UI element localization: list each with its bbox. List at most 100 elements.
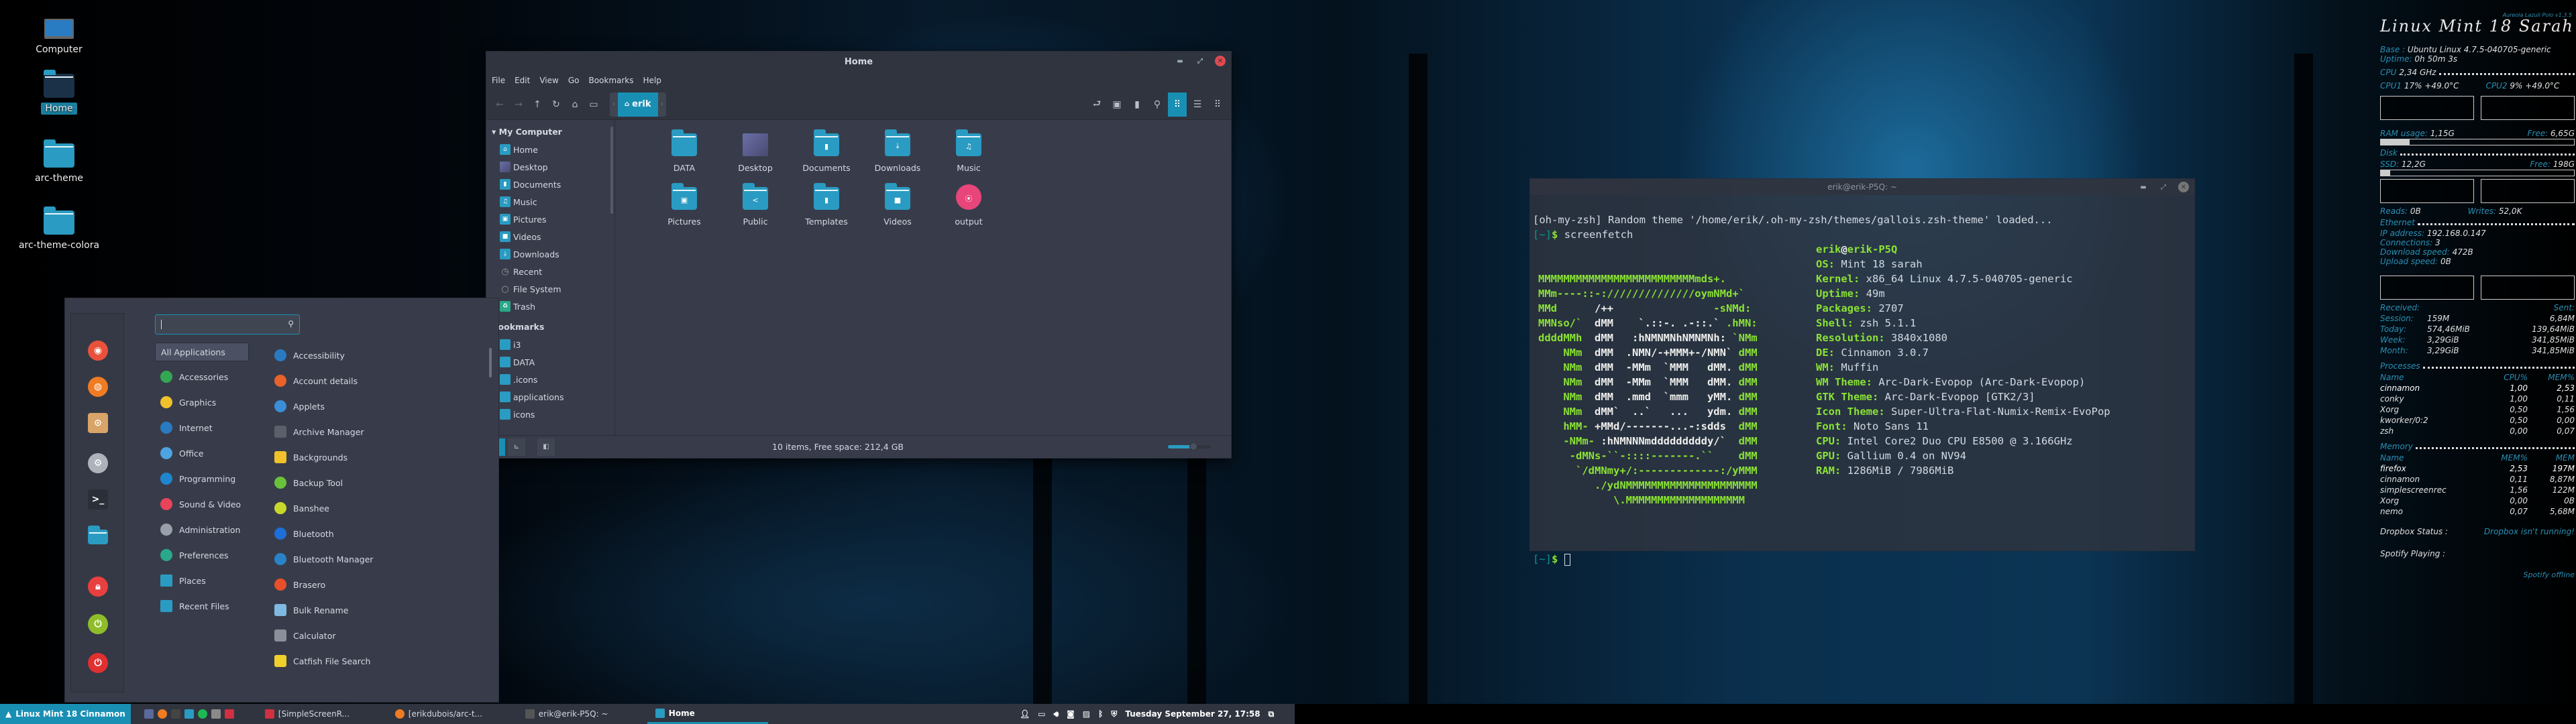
menu-scrollbar[interactable] bbox=[489, 348, 492, 377]
file-item[interactable]: ⦿ output bbox=[933, 183, 1004, 237]
new-folder-button[interactable]: ▮ bbox=[1128, 95, 1146, 115]
sidebar-scrollbar[interactable] bbox=[610, 127, 613, 214]
screenrecorder-launcher-icon[interactable] bbox=[224, 709, 234, 719]
menu-search-input[interactable]: ⚲ bbox=[155, 314, 300, 335]
desktop-icon-arc-theme[interactable]: arc-theme bbox=[5, 139, 113, 184]
menu-go[interactable]: Go bbox=[568, 76, 580, 85]
sidebar-item-file-system[interactable]: ○ File System bbox=[490, 280, 614, 298]
category-places[interactable]: Places bbox=[155, 568, 249, 593]
file-item[interactable]: ■ Videos bbox=[862, 183, 933, 237]
desktop-icon-arc-theme-colora[interactable]: arc-theme-colora bbox=[5, 206, 113, 251]
maximize-button[interactable]: ⤢ bbox=[1195, 56, 1205, 66]
category-office[interactable]: Office bbox=[155, 440, 249, 466]
sidebar-bookmark[interactable]: DATA bbox=[490, 353, 614, 371]
search-button[interactable]: ⚲ bbox=[1148, 95, 1167, 115]
file-item[interactable]: ⤓ Downloads bbox=[862, 129, 933, 183]
app-bluetooth-manager[interactable]: Bluetooth Manager bbox=[274, 546, 462, 572]
maximize-button[interactable]: ⤢ bbox=[2158, 182, 2169, 192]
home-button[interactable]: ⌂ bbox=[566, 95, 584, 115]
back-button[interactable]: ← bbox=[490, 95, 509, 115]
sidebar-bookmark[interactable]: .icons bbox=[490, 371, 614, 388]
menu-bookmarks[interactable]: Bookmarks bbox=[588, 76, 633, 85]
icon-view-button[interactable]: ⠿ bbox=[1168, 92, 1187, 117]
category-recent-files[interactable]: Recent Files bbox=[155, 593, 249, 619]
minimize-button[interactable]: ▬ bbox=[1175, 56, 1185, 66]
category-all-applications[interactable]: All Applications bbox=[155, 343, 249, 361]
menu-file[interactable]: File bbox=[492, 76, 505, 85]
app-applets[interactable]: Applets bbox=[274, 394, 462, 419]
window-titlebar[interactable]: Home ▬ ⤢ ✕ bbox=[486, 52, 1231, 72]
category-programming[interactable]: Programming bbox=[155, 466, 249, 491]
menu-help[interactable]: Help bbox=[643, 76, 661, 85]
file-item[interactable]: ▣ Pictures bbox=[649, 183, 720, 237]
file-item[interactable]: < Public bbox=[720, 183, 791, 237]
lock-icon[interactable]: 🔒︎ bbox=[88, 577, 108, 597]
sidebar-bookmark[interactable]: applications bbox=[490, 388, 614, 406]
firefox-launcher-icon[interactable] bbox=[157, 709, 167, 719]
display-icon[interactable]: ▭ bbox=[1038, 709, 1045, 719]
zoom-slider-knob[interactable] bbox=[1189, 442, 1198, 450]
sidebar-item-pictures[interactable]: ▣ Pictures bbox=[490, 210, 614, 228]
taskbar-window-button[interactable]: [erikdubois/arc-t... bbox=[387, 704, 508, 724]
terminal-launcher-icon[interactable] bbox=[170, 709, 180, 719]
app-banshee[interactable]: Banshee bbox=[274, 495, 462, 521]
desktop-icon-computer[interactable]: Computer bbox=[5, 19, 113, 55]
toggle-location-button[interactable]: ⮐ bbox=[1087, 95, 1106, 115]
sidebar-item-downloads[interactable]: ⤓ Downloads bbox=[490, 245, 614, 263]
camera-icon[interactable]: ◙ bbox=[1067, 709, 1075, 719]
tree-pane-button[interactable]: ⊾ bbox=[508, 438, 525, 456]
power-icon[interactable]: ⏻ bbox=[88, 653, 108, 673]
bluetooth-icon[interactable]: ᛒ bbox=[1098, 709, 1103, 719]
category-graphics[interactable]: Graphics bbox=[155, 389, 249, 415]
zoom-slider[interactable] bbox=[1168, 442, 1211, 450]
sidebar-item-recent[interactable]: ◷ Recent bbox=[490, 263, 614, 280]
sublime-launcher-icon[interactable] bbox=[211, 709, 221, 719]
image-icon[interactable]: ▨ bbox=[1083, 709, 1090, 719]
sidebar-item-home[interactable]: ⌂ Home bbox=[490, 141, 614, 158]
file-item[interactable]: ♫ Music bbox=[933, 129, 1004, 183]
settings-icon[interactable]: ⚙ bbox=[88, 453, 108, 473]
user-icon[interactable]: 👤︎ bbox=[1020, 709, 1030, 719]
files-launcher-icon[interactable] bbox=[184, 709, 194, 719]
files-icon[interactable] bbox=[88, 526, 108, 544]
terminal-output[interactable]: [oh-my-zsh] Random theme '/home/erik/.oh… bbox=[1530, 195, 2194, 599]
category-sound-video[interactable]: Sound & Video bbox=[155, 491, 249, 517]
firefox-icon[interactable]: ◍ bbox=[88, 377, 108, 397]
compact-view-button[interactable]: ⠿ bbox=[1208, 95, 1227, 115]
taskbar-window-button[interactable]: [SimpleScreenR... bbox=[257, 704, 378, 724]
chromium-icon[interactable]: ◉ bbox=[88, 341, 108, 361]
sidebar-bookmark[interactable]: i3 bbox=[490, 336, 614, 353]
hide-sidebar-button[interactable]: ◧ bbox=[537, 438, 555, 456]
up-button[interactable]: ↑ bbox=[528, 95, 547, 115]
app-accessibility[interactable]: Accessibility bbox=[274, 343, 462, 368]
logout-icon[interactable]: ⏻ bbox=[88, 614, 108, 634]
app-catfish-file-search[interactable]: Catfish File Search bbox=[274, 648, 462, 674]
app-archive-manager[interactable]: Archive Manager bbox=[274, 419, 462, 444]
app-bulk-rename[interactable]: Bulk Rename bbox=[274, 597, 462, 623]
breadcrumb-current[interactable]: ⌂ erik bbox=[618, 92, 658, 117]
clock[interactable]: Tuesday September 27, 17:58 bbox=[1125, 709, 1260, 719]
list-view-button[interactable]: ☰ bbox=[1188, 95, 1207, 115]
breadcrumb-left-arrow[interactable]: ‹ bbox=[610, 93, 618, 117]
close-button[interactable]: ✕ bbox=[1215, 56, 1226, 66]
workspace-switcher-icon[interactable]: ⧉ bbox=[1269, 709, 1275, 719]
close-button[interactable]: ✕ bbox=[2178, 182, 2189, 192]
reload-button[interactable]: ↻ bbox=[547, 95, 566, 115]
sidebar-item-videos[interactable]: ■ Videos bbox=[490, 228, 614, 245]
computer-button[interactable]: ▭ bbox=[584, 95, 603, 115]
taskbar-window-button[interactable]: erik@erik-P5Q: ~ bbox=[517, 704, 638, 724]
show-desktop-icon[interactable] bbox=[144, 709, 154, 719]
minimize-button[interactable]: ▬ bbox=[2138, 182, 2149, 192]
file-item[interactable]: Desktop bbox=[720, 129, 791, 183]
sidebar-item-music[interactable]: ♫ Music bbox=[490, 193, 614, 210]
menu-edit[interactable]: Edit bbox=[515, 76, 530, 85]
app-backup-tool[interactable]: Backup Tool bbox=[274, 470, 462, 495]
file-item[interactable]: DATA bbox=[649, 129, 720, 183]
category-preferences[interactable]: Preferences bbox=[155, 542, 249, 568]
category-administration[interactable]: Administration bbox=[155, 517, 249, 542]
app-calculator[interactable]: Calculator bbox=[274, 623, 462, 648]
app-brasero[interactable]: Brasero bbox=[274, 572, 462, 597]
sidebar-item-desktop[interactable]: Desktop bbox=[490, 158, 614, 176]
sidebar-bookmark[interactable]: icons bbox=[490, 406, 614, 423]
app-backgrounds[interactable]: Backgrounds bbox=[274, 444, 462, 470]
